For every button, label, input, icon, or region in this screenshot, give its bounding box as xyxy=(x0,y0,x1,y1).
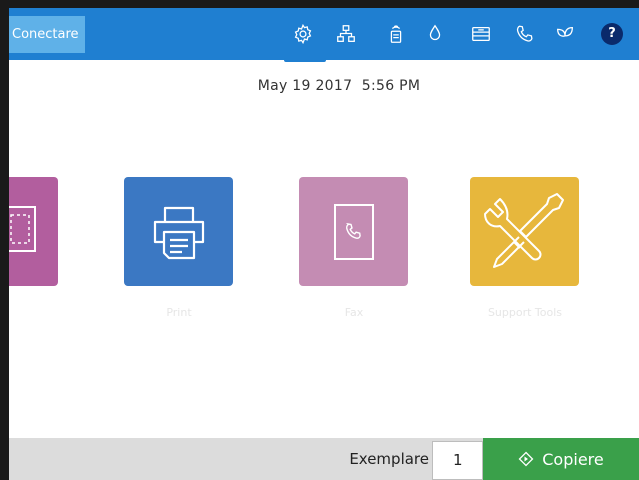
tray-icon[interactable] xyxy=(468,21,494,47)
gear-icon[interactable] xyxy=(290,21,316,47)
app-tile-scan[interactable] xyxy=(9,177,58,286)
start-icon xyxy=(518,451,534,467)
connect-button[interactable]: Conectare xyxy=(9,16,85,53)
scan-icon xyxy=(9,206,36,252)
copies-label: Exemplare xyxy=(349,450,429,468)
network-icon[interactable] xyxy=(333,21,359,47)
fax-icon xyxy=(333,203,374,260)
phone-icon[interactable] xyxy=(512,21,538,47)
top-bar: Conectare ? xyxy=(9,8,639,60)
help-icon[interactable]: ? xyxy=(601,23,623,45)
app-tile-fax[interactable] xyxy=(299,177,408,286)
printer-control-panel: Conectare ? May 19 2017 5:56 PM Print Fa… xyxy=(9,8,639,480)
copy-start-button[interactable]: Copiere xyxy=(483,438,639,480)
app-label-support-tools: Support Tools xyxy=(487,306,563,319)
bottom-bar: Exemplare 1 Copiere xyxy=(9,438,639,480)
app-label-fax: Fax xyxy=(344,306,364,319)
wireless-icon[interactable] xyxy=(383,21,409,47)
app-tile-support-tools[interactable] xyxy=(470,177,579,286)
app-label-print: Print xyxy=(166,306,192,319)
tools-icon xyxy=(483,192,564,268)
pull-down-handle[interactable] xyxy=(284,58,326,62)
droplet-icon[interactable] xyxy=(422,21,448,47)
copies-input[interactable]: 1 xyxy=(432,441,483,480)
date-time-display: May 19 2017 5:56 PM xyxy=(257,78,421,94)
copy-button-label: Copiere xyxy=(542,449,604,469)
leaf-icon[interactable] xyxy=(552,21,578,47)
app-tile-print[interactable] xyxy=(124,177,233,286)
printer-icon xyxy=(153,206,204,259)
